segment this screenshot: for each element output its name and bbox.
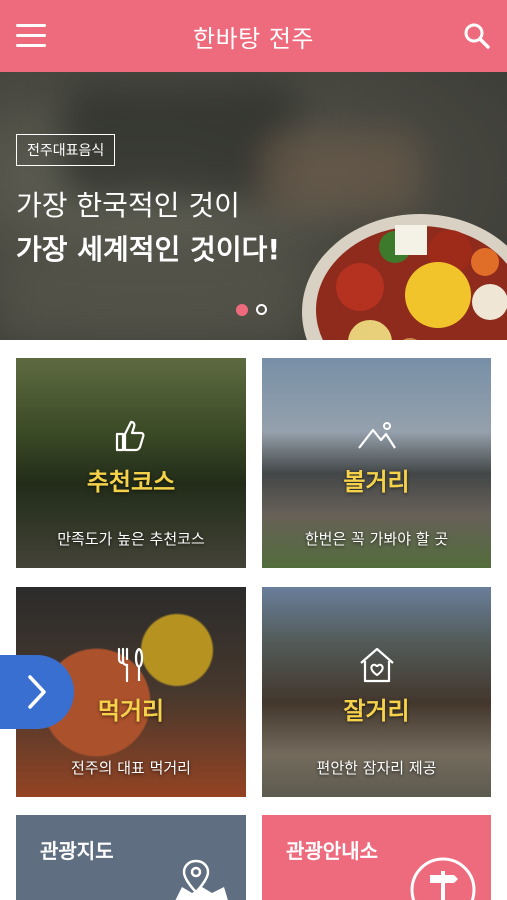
mountain-icon	[357, 422, 396, 449]
tile-lodging[interactable]: 잘거리 편안한 잠자리 제공	[262, 587, 491, 797]
slide-dot-active[interactable]	[236, 304, 248, 316]
side-next-button[interactable]	[0, 655, 74, 729]
app-title: 한바탕 전주	[192, 24, 315, 53]
hero-headline-1: 가장 한국적인 것이	[16, 189, 240, 222]
tile-subtitle: 편안한 잠자리 제공	[316, 759, 437, 777]
thumbs-up-icon	[115, 420, 145, 452]
search-icon[interactable]	[463, 22, 491, 50]
tile-label: 볼거리	[343, 468, 410, 496]
tile-tourist-info[interactable]: 관광안내소	[262, 815, 491, 900]
tile-subtitle: 만족도가 높은 추천코스	[57, 530, 205, 548]
hero-headline-2: 가장 세계적인 것이다!	[16, 233, 281, 266]
tile-label: 관광안내소	[286, 839, 378, 863]
fork-knife-icon	[117, 647, 144, 683]
tile-recommended-course[interactable]: 추천코스 만족도가 높은 추천코스	[16, 358, 246, 568]
tile-subtitle: 한번은 꼭 가봐야 할 곳	[304, 530, 449, 548]
menu-icon[interactable]	[16, 24, 46, 48]
chevron-right-icon	[28, 675, 46, 709]
tile-label: 잘거리	[343, 697, 410, 725]
app-header: 한바탕 전주	[0, 0, 507, 72]
tile-attractions[interactable]: 볼거리 한번은 꼭 가봐야 할 곳	[262, 358, 491, 568]
hero-tag: 전주대표음식	[16, 134, 116, 166]
tile-label: 추천코스	[86, 468, 176, 496]
tile-tourist-map[interactable]: 관광지도	[16, 815, 246, 900]
hero-banner[interactable]: 전주대표음식 가장 한국적인 것이 가장 세계적인 것이다!	[0, 72, 507, 340]
slide-indicator[interactable]	[236, 304, 267, 316]
house-heart-icon	[359, 647, 394, 683]
map-pin-icon	[175, 859, 228, 900]
bibimbap-image	[302, 214, 507, 340]
slide-dot[interactable]	[256, 304, 267, 315]
tile-label: 관광지도	[40, 839, 114, 863]
signpost-icon	[410, 857, 476, 900]
tile-subtitle: 전주의 대표 먹거리	[71, 759, 191, 777]
